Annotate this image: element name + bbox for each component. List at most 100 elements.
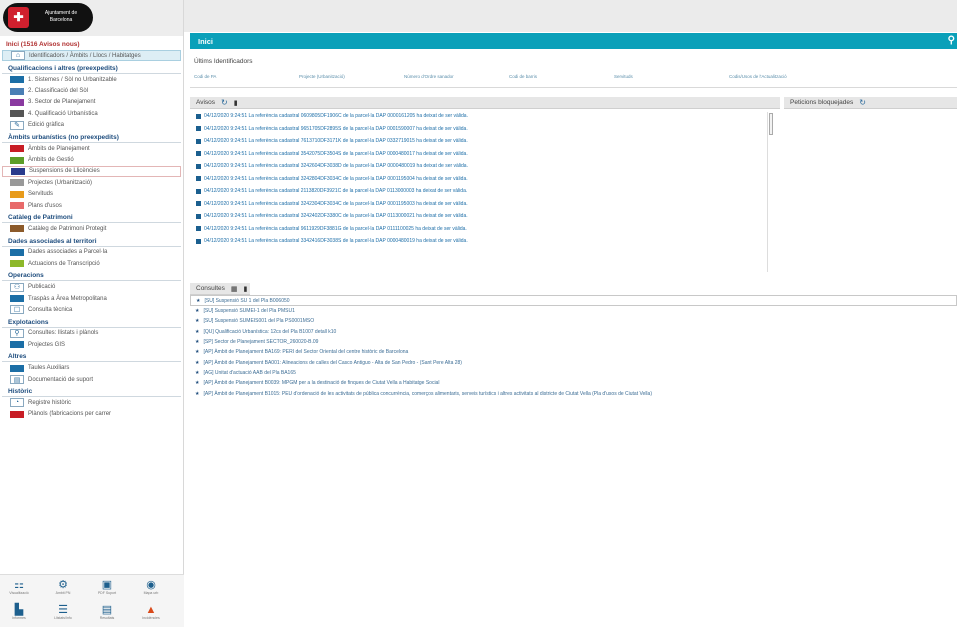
nav-item[interactable]: Plans d'usos	[0, 200, 183, 211]
nav-item[interactable]: Plànols (fabricacions per carrer	[0, 409, 183, 420]
refresh-icon[interactable]: ↻	[859, 98, 866, 107]
mail-icon	[196, 176, 201, 182]
column-header[interactable]: Servituds	[614, 74, 633, 79]
nav-item-identificadors[interactable]: ⌂ Identificadors / Àmbits / Llocs / Habi…	[2, 50, 181, 61]
consulta-text: [SU] Suspensió SU 1 del Pla B006050	[204, 297, 290, 304]
nav-item-label: 1. Sistemes / Sòl no Urbanitzable	[28, 76, 117, 83]
consulta-row[interactable]: ★ [SU] Suspensió SUMEI-1 del Pla PMSU1	[190, 306, 957, 316]
nav-item[interactable]: Traspàs a Àrea Metropolitana	[0, 293, 183, 304]
star-icon[interactable]: ★	[195, 318, 199, 324]
nav-item[interactable]: Taules Auxiliars	[0, 362, 183, 373]
nav-item[interactable]: ⚲ Consultes: llistats i plànols	[0, 328, 183, 339]
alert-row[interactable]: 04/12/2020 9:24:51 La referència cadastr…	[190, 148, 780, 161]
consulta-row[interactable]: ★ [AP] Àmbit de Planejament B0039: MPGM p…	[190, 378, 957, 388]
alert-text: 04/12/2020 9:24:51 La referència cadastr…	[204, 238, 468, 245]
nav-item[interactable]: 1. Sistemes / Sòl no Urbanitzable	[0, 74, 183, 85]
consultes-panel: Consultes ▦ ▮ ★ [SU] Suspensió SU 1 del P…	[190, 283, 957, 513]
nav-item[interactable]: Servituds	[0, 189, 183, 200]
alert-row[interactable]: 04/12/2020 9:24:51 La referència cadastr…	[190, 173, 780, 186]
star-icon[interactable]: ★	[196, 298, 200, 304]
nav-item[interactable]: Dades associades a Parcel·la	[0, 247, 183, 258]
tool-button[interactable]: ◉ Mapa urb	[138, 579, 164, 596]
consulta-row[interactable]: ★ [SU] Suspensió SU 1 del Pla B006050	[190, 295, 957, 306]
consultes-list: ★ [SU] Suspensió SU 1 del Pla B006050 ★ [SU…	[190, 295, 957, 399]
tool-button[interactable]: ▣ PDF Suport	[94, 579, 120, 596]
consulta-row[interactable]: ★ [AG] Unitat d'actuació AAB del Pla BA16…	[190, 368, 957, 378]
star-icon[interactable]: ★	[195, 370, 199, 376]
alert-text: 04/12/2020 9:24:51 La referència cadastr…	[204, 163, 468, 170]
star-icon[interactable]: ★	[195, 329, 199, 335]
top-bar	[184, 0, 957, 32]
consulta-row[interactable]: ★ [AP] Àmbit de Planejament BA001: Alinea…	[190, 357, 957, 367]
tool-button[interactable]: ▲ Incidències	[138, 604, 164, 621]
alert-row[interactable]: 04/12/2020 9:24:51 La referència cadastr…	[190, 223, 780, 236]
search-icon[interactable]: ⚲	[948, 35, 955, 46]
consulta-text: [SU] Suspensió SUMEI-1 del Pla PMSU1	[203, 308, 295, 315]
tool-label: Visualització	[9, 591, 29, 595]
tool-button[interactable]: ▤ Resultats	[94, 604, 120, 621]
consulta-row[interactable]: ★ [AP] Àmbit de Planejament BA169: PERI d…	[190, 347, 957, 357]
star-icon[interactable]: ★	[195, 339, 199, 345]
scroll-thumb[interactable]	[769, 113, 773, 135]
consulta-row[interactable]: ★ [AP] Àmbit de Planejament B1015: PEU d'…	[190, 388, 957, 398]
trash-icon[interactable]: ▮	[234, 99, 238, 107]
nav-item[interactable]: 2. Classificació del Sòl	[0, 85, 183, 96]
nav-item[interactable]: ◔ Registre històric	[0, 397, 183, 408]
tool-button[interactable]: ⚙ Àmbit PN	[50, 579, 76, 596]
nav-item[interactable]: Projectes (Urbanització)	[0, 177, 183, 188]
ajuntament-logo[interactable]: ✚ Ajuntament de Barcelona	[3, 3, 93, 32]
nav-item[interactable]: ⚇ Publicació	[0, 281, 183, 292]
refresh-icon[interactable]: ↻	[221, 98, 228, 107]
nav-item[interactable]: ☐ Consulta tècnica	[0, 304, 183, 315]
alert-row[interactable]: 04/12/2020 9:24:51 La referència cadastr…	[190, 110, 780, 123]
star-icon[interactable]: ★	[195, 360, 199, 366]
alert-row[interactable]: 04/12/2020 9:24:51 La referència cadastr…	[190, 210, 780, 223]
nav-item[interactable]: Projectes GIS	[0, 339, 183, 350]
tool-icon: ▲	[145, 604, 157, 616]
column-header[interactable]: Projecte (Urbanització)	[299, 74, 345, 79]
avisos-scrollbar[interactable]	[767, 112, 773, 272]
grid-icon[interactable]: ▦	[231, 285, 238, 293]
alert-row[interactable]: 04/12/2020 9:24:51 La referència cadastr…	[190, 160, 780, 173]
logo-bar: ✚ Ajuntament de Barcelona	[0, 0, 183, 36]
nav-item[interactable]: Catàleg de Patrimoni Protegit	[0, 223, 183, 234]
column-header[interactable]: Codi de PA	[194, 74, 216, 79]
nav-item[interactable]: Àmbits de Gestió	[0, 154, 183, 165]
nav-item[interactable]: ▤ Documentació de suport	[0, 374, 183, 385]
color-swatch-icon	[10, 364, 24, 372]
consulta-row[interactable]: ★ [QU] Qualificació Urbanística: 12cs del…	[190, 327, 957, 337]
tool-button[interactable]: ▙ Informes	[6, 604, 32, 621]
column-header[interactable]: Número d'Ordre sanador	[404, 74, 454, 79]
nav-item[interactable]: 3. Sector de Planejament	[0, 97, 183, 108]
nav-item[interactable]: Suspensions de Llicències	[2, 165, 181, 178]
alert-row[interactable]: 04/12/2020 9:24:51 La referència cadastr…	[190, 235, 780, 248]
nav-item[interactable]: 4. Qualificació Urbanística	[0, 108, 183, 119]
mail-icon	[196, 238, 201, 244]
trash-icon[interactable]: ▮	[244, 285, 248, 293]
consulta-row[interactable]: ★ [SU] Suspensió SUMEIS001 del Pla PS0001…	[190, 316, 957, 326]
column-header[interactable]: Codis/Usos de l'Actualització	[729, 74, 787, 79]
nav-item-label: Servituds	[28, 191, 54, 198]
consulta-row[interactable]: ★ [SP] Sector de Planejament SECTOR_26002…	[190, 337, 957, 347]
alert-row[interactable]: 04/12/2020 9:24:51 La referència cadastr…	[190, 123, 780, 136]
consulta-text: [AP] Àmbit de Planejament BA169: PERI de…	[203, 349, 409, 356]
tool-button[interactable]: ⚏ Visualització	[6, 579, 32, 596]
nav-item[interactable]: Actuacions de Transcripció	[0, 258, 183, 269]
nav-item[interactable]: Àmbits de Planejament	[0, 143, 183, 154]
alert-row[interactable]: 04/12/2020 9:24:51 La referència cadastr…	[190, 198, 780, 211]
tool-button[interactable]: ☰ Llistats/Info	[50, 604, 76, 621]
category-title: Dades associades al territori	[2, 235, 181, 247]
star-icon[interactable]: ★	[195, 308, 199, 314]
session-title[interactable]: Inici (1516 Avisos nous)	[0, 39, 183, 49]
tool-icon: ▣	[101, 579, 113, 591]
star-icon[interactable]: ★	[195, 349, 199, 355]
star-icon[interactable]: ★	[195, 380, 199, 386]
star-icon[interactable]: ★	[195, 391, 199, 397]
alert-row[interactable]: 04/12/2020 9:24:51 La referència cadastr…	[190, 135, 780, 148]
color-swatch-icon	[10, 225, 24, 233]
nav-item[interactable]: ✎ Edició gràfica	[0, 120, 183, 131]
alert-row[interactable]: 04/12/2020 9:24:51 La referència cadastr…	[190, 185, 780, 198]
column-header[interactable]: Codi de barris	[509, 74, 537, 79]
alert-text: 04/12/2020 9:24:51 La referència cadastr…	[204, 150, 468, 157]
nav-item-label: Àmbits de Planejament	[28, 145, 90, 152]
